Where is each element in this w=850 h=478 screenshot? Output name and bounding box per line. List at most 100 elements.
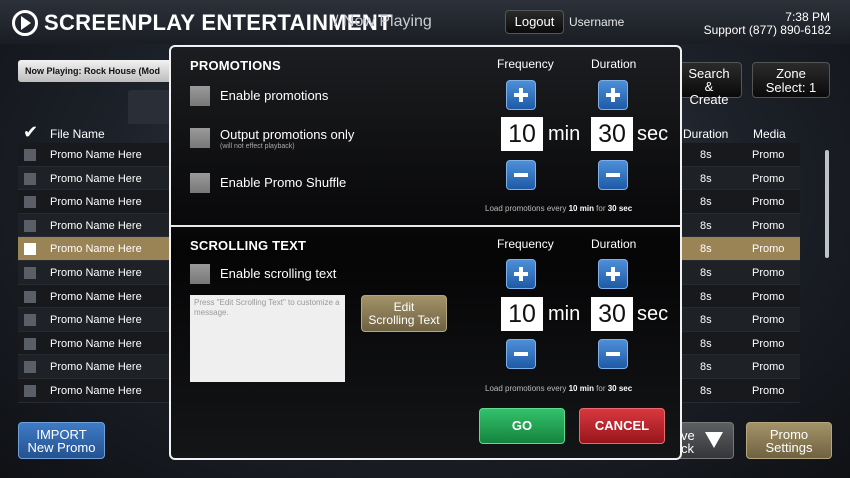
row-checkbox[interactable] (24, 337, 36, 350)
column-header-file-name[interactable]: File Name (50, 127, 105, 141)
plus-icon-stem (611, 267, 615, 281)
row-duration: 8s (700, 314, 712, 327)
scrolling-frequency-value: 10 (501, 297, 543, 331)
enable-promo-shuffle-label: Enable Promo Shuffle (220, 175, 347, 190)
promotions-title: PROMOTIONS (190, 58, 281, 73)
zone-select-button[interactable]: Zone Select: 1 (752, 62, 830, 98)
promotions-frequency-value: 10 (501, 117, 543, 151)
row-checkbox[interactable] (24, 384, 36, 397)
scrolling-duration-value: 30 (591, 297, 633, 331)
row-checkbox[interactable] (24, 266, 36, 279)
row-file-name: Promo Name Here (50, 243, 142, 256)
row-checkbox[interactable] (24, 219, 36, 232)
scrolling-frequency-decrement-button[interactable] (506, 339, 536, 369)
promo-settings-button[interactable]: Promo Settings (746, 422, 832, 459)
scrolling-duration-unit: sec (637, 303, 669, 325)
row-media: Promo (752, 243, 785, 256)
row-file-name: Promo Name Here (50, 361, 142, 374)
import-new-promo-button[interactable]: IMPORT New Promo (18, 422, 105, 459)
output-promotions-only-checkbox[interactable] (190, 128, 210, 148)
enable-promo-shuffle-checkbox[interactable] (190, 173, 210, 193)
promotions-duration-increment-button[interactable] (598, 80, 628, 110)
promotions-duration-decrement-button[interactable] (598, 160, 628, 190)
search-label-line2: Create (689, 92, 729, 107)
note-for: for (593, 384, 608, 393)
plus-icon-stem (519, 88, 523, 102)
row-checkbox[interactable] (24, 314, 36, 327)
scrolling-schedule-note: Load promotions every 10 min for 30 sec (485, 384, 632, 393)
row-duration: 8s (700, 149, 712, 161)
row-checkbox[interactable] (24, 290, 36, 303)
promotions-duration-header: Duration (591, 57, 637, 71)
promotions-frequency-decrement-button[interactable] (506, 160, 536, 190)
support-phone: Support (877) 890-6182 (703, 23, 831, 37)
row-file-name: Promo Name Here (50, 149, 142, 161)
column-header-media[interactable]: Media (753, 127, 786, 141)
row-checkbox[interactable] (24, 243, 36, 256)
note-frequency: 10 min (568, 204, 594, 213)
cancel-button[interactable]: CANCEL (579, 408, 665, 444)
row-media: Promo (752, 149, 785, 161)
scrolling-duration-increment-button[interactable] (598, 259, 628, 289)
note-duration: 30 sec (607, 204, 633, 213)
column-header-duration[interactable]: Duration (683, 127, 728, 141)
row-media: Promo (752, 266, 785, 279)
logout-button[interactable]: Logout (505, 10, 564, 34)
enable-scrolling-text-checkbox[interactable] (190, 264, 210, 284)
row-media: Promo (752, 314, 785, 327)
note-prefix: Load promotions every (485, 204, 569, 213)
row-media: Promo (752, 384, 785, 397)
promotions-frequency-header: Frequency (497, 57, 554, 71)
row-checkbox[interactable] (24, 196, 36, 209)
row-media: Promo (752, 219, 785, 232)
row-duration: 8s (700, 361, 712, 374)
edit-label-line2: Scrolling Text (368, 313, 440, 327)
note-for: for (593, 204, 608, 213)
plus-icon-stem (611, 88, 615, 102)
output-promotions-only-label: Output promotions only (220, 127, 355, 142)
scrolling-frequency-unit: min (548, 303, 581, 325)
row-checkbox[interactable] (24, 149, 36, 161)
row-media: Promo (752, 361, 785, 374)
row-checkbox[interactable] (24, 361, 36, 374)
scrolling-text-preview: Press "Edit Scrolling Text" to customize… (190, 295, 345, 382)
down-arrow-icon (705, 432, 723, 448)
promotions-duration-unit: sec (637, 123, 669, 145)
search-create-button[interactable]: Search & Create (676, 62, 742, 106)
edit-scrolling-text-button[interactable]: Edit Scrolling Text (361, 295, 447, 332)
row-media: Promo (752, 290, 785, 303)
row-file-name: Promo Name Here (50, 172, 142, 185)
promo-settings-line2: Settings (765, 440, 813, 455)
row-duration: 8s (700, 384, 712, 397)
row-checkbox[interactable] (24, 172, 36, 185)
note-duration: 30 sec (607, 384, 633, 393)
row-duration: 8s (700, 290, 712, 303)
row-media: Promo (752, 172, 785, 185)
section-divider (171, 225, 680, 227)
scrolling-duration-decrement-button[interactable] (598, 339, 628, 369)
play-logo-icon (12, 10, 38, 36)
note-frequency: 10 min (568, 384, 594, 393)
enable-promotions-label: Enable promotions (220, 88, 329, 103)
clock-time: 7:38 PM (785, 10, 830, 24)
breadcrumb: / Now Playing (334, 13, 432, 30)
minus-icon (606, 352, 620, 356)
enable-promotions-checkbox[interactable] (190, 86, 210, 106)
row-file-name: Promo Name Here (50, 384, 142, 397)
scrolling-frequency-increment-button[interactable] (506, 259, 536, 289)
row-duration: 8s (700, 266, 712, 279)
now-playing-bar: Now Playing: Rock House (Mod (18, 60, 178, 82)
row-file-name: Promo Name Here (50, 219, 142, 232)
list-scrollbar[interactable] (825, 150, 829, 258)
row-duration: 8s (700, 337, 712, 350)
promotions-frequency-increment-button[interactable] (506, 80, 536, 110)
top-bar: SCREENPLAY ENTERTAINMENT / Now Playing L… (0, 0, 850, 44)
plus-icon-stem (519, 267, 523, 281)
row-media: Promo (752, 196, 785, 209)
scrolling-duration-header: Duration (591, 237, 637, 251)
row-duration: 8s (700, 196, 712, 209)
select-all-check-icon[interactable]: ✔ (23, 122, 38, 143)
minus-icon (606, 173, 620, 177)
row-duration: 8s (700, 219, 712, 232)
go-button[interactable]: GO (479, 408, 565, 444)
